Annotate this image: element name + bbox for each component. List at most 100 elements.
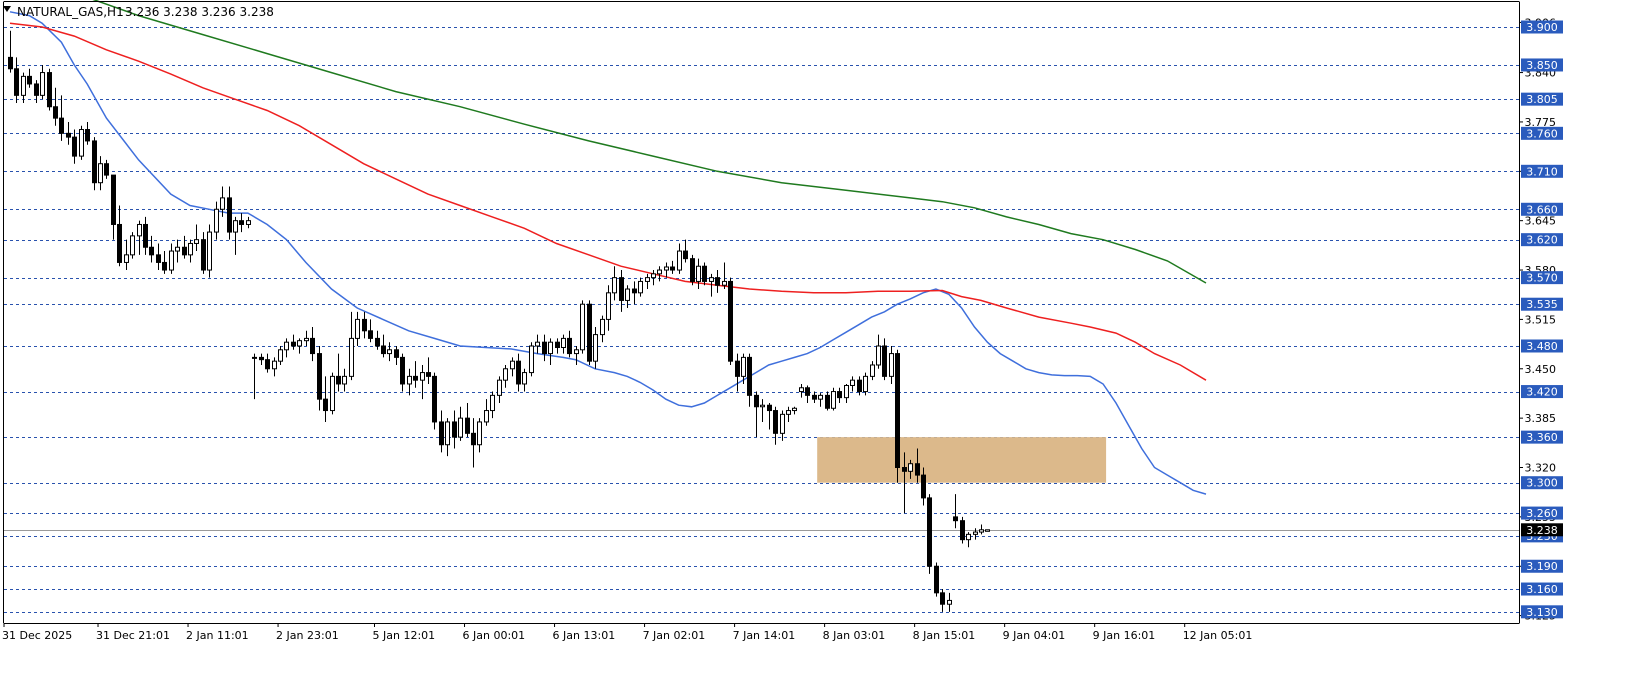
candle-body <box>252 356 257 359</box>
candle <box>79 125 84 160</box>
candle-body <box>908 463 913 472</box>
candle-body <box>375 337 380 347</box>
candle-body <box>297 340 302 347</box>
candle-body <box>426 372 431 377</box>
candle-body <box>973 531 978 535</box>
candle-body <box>14 68 19 96</box>
candle-body <box>162 261 167 271</box>
candle-body <box>818 394 823 400</box>
candle-body <box>670 266 675 271</box>
candle-body <box>471 432 476 446</box>
y-tick-label: 3.450 <box>1525 363 1557 376</box>
candle-body <box>632 288 637 294</box>
candle <box>47 68 52 111</box>
candle <box>432 372 437 430</box>
candle-body <box>149 246 154 256</box>
candle-body <box>593 334 598 362</box>
supply-zone <box>817 437 1107 483</box>
candle-body <box>259 356 264 361</box>
candle-body <box>34 83 39 96</box>
candle-body <box>182 246 187 256</box>
chart-canvas[interactable]: 3.9063.8403.7753.7103.6453.5803.5153.450… <box>0 0 1641 675</box>
level-label: 3.570 <box>1526 272 1558 285</box>
x-tick-label: 2 Jan 11:01 <box>186 629 249 642</box>
candle-body <box>542 341 547 355</box>
candle-body <box>657 269 662 275</box>
candle-body <box>477 421 482 446</box>
candle-body <box>882 345 887 377</box>
candle-body <box>863 375 868 393</box>
candle-body <box>98 163 103 184</box>
candle-body <box>580 303 585 351</box>
candle-body <box>317 353 322 400</box>
candle-body <box>394 349 399 358</box>
candle-body <box>574 349 579 355</box>
level-label: 3.360 <box>1526 431 1558 444</box>
candle-body <box>239 220 244 225</box>
level-label: 3.480 <box>1526 340 1558 353</box>
candle-body <box>754 394 759 408</box>
y-tick-label: 3.385 <box>1525 412 1557 425</box>
candle-body <box>111 174 116 225</box>
candle-body <box>246 220 251 225</box>
candle-body <box>567 337 572 355</box>
candle-body <box>895 353 900 469</box>
x-tick-label: 31 Dec 21:01 <box>96 629 170 642</box>
candle-body <box>612 277 617 294</box>
candle-body <box>330 375 335 412</box>
candle-body <box>600 318 605 336</box>
candle-body <box>227 197 232 233</box>
candle <box>927 494 932 574</box>
candle-body <box>8 56 13 70</box>
x-tick-label: 5 Jan 12:01 <box>373 629 436 642</box>
candle <box>130 232 135 259</box>
y-tick-label: 3.645 <box>1525 215 1557 228</box>
candle-body <box>156 254 161 263</box>
level-label: 3.260 <box>1526 507 1558 520</box>
candle-body <box>407 375 412 385</box>
candle-body <box>40 72 45 96</box>
candle <box>728 277 733 365</box>
candle-body <box>966 533 971 541</box>
candle-body <box>207 231 212 271</box>
candle <box>863 372 868 396</box>
chart-background <box>0 0 1641 675</box>
level-label: 3.130 <box>1526 606 1558 619</box>
candle-body <box>284 341 289 351</box>
candle <box>831 387 836 411</box>
candle-body <box>490 394 495 412</box>
candle-body <box>439 421 444 446</box>
candle-body <box>651 273 656 279</box>
candle-body <box>265 359 270 370</box>
level-label: 3.760 <box>1526 127 1558 140</box>
candle-body <box>413 375 418 381</box>
candle-body <box>889 353 894 377</box>
x-tick-label: 2 Jan 23:01 <box>276 629 339 642</box>
candle-body <box>587 303 592 362</box>
candle-body <box>780 413 785 434</box>
candle-body <box>664 266 669 271</box>
candle-body <box>799 387 804 393</box>
x-tick-label: 6 Jan 13:01 <box>553 629 616 642</box>
candle-body <box>741 356 746 377</box>
candle <box>92 137 97 191</box>
candle-body <box>445 421 450 446</box>
x-tick-label: 9 Jan 04:01 <box>1003 629 1066 642</box>
candle-body <box>59 117 64 134</box>
candle-body <box>304 337 309 342</box>
candle <box>895 349 900 483</box>
candle-body <box>272 360 277 370</box>
chart-header: NATURAL_GAS,H1 3.236 3.238 3.236 3.238 <box>3 5 274 19</box>
candle-body <box>484 410 489 423</box>
symbol-label: NATURAL_GAS,H1 <box>17 5 124 19</box>
price-chart[interactable]: 3.9063.8403.7753.7103.6453.5803.5153.450… <box>0 0 1641 675</box>
candle-body <box>857 379 862 393</box>
candle <box>985 529 990 532</box>
candle-body <box>452 421 457 438</box>
x-tick-label: 7 Jan 02:01 <box>643 629 706 642</box>
candle-body <box>130 235 135 256</box>
candle-body <box>278 349 283 362</box>
candle-body <box>387 349 392 355</box>
candle-body <box>117 223 122 263</box>
candle-body <box>368 330 373 339</box>
